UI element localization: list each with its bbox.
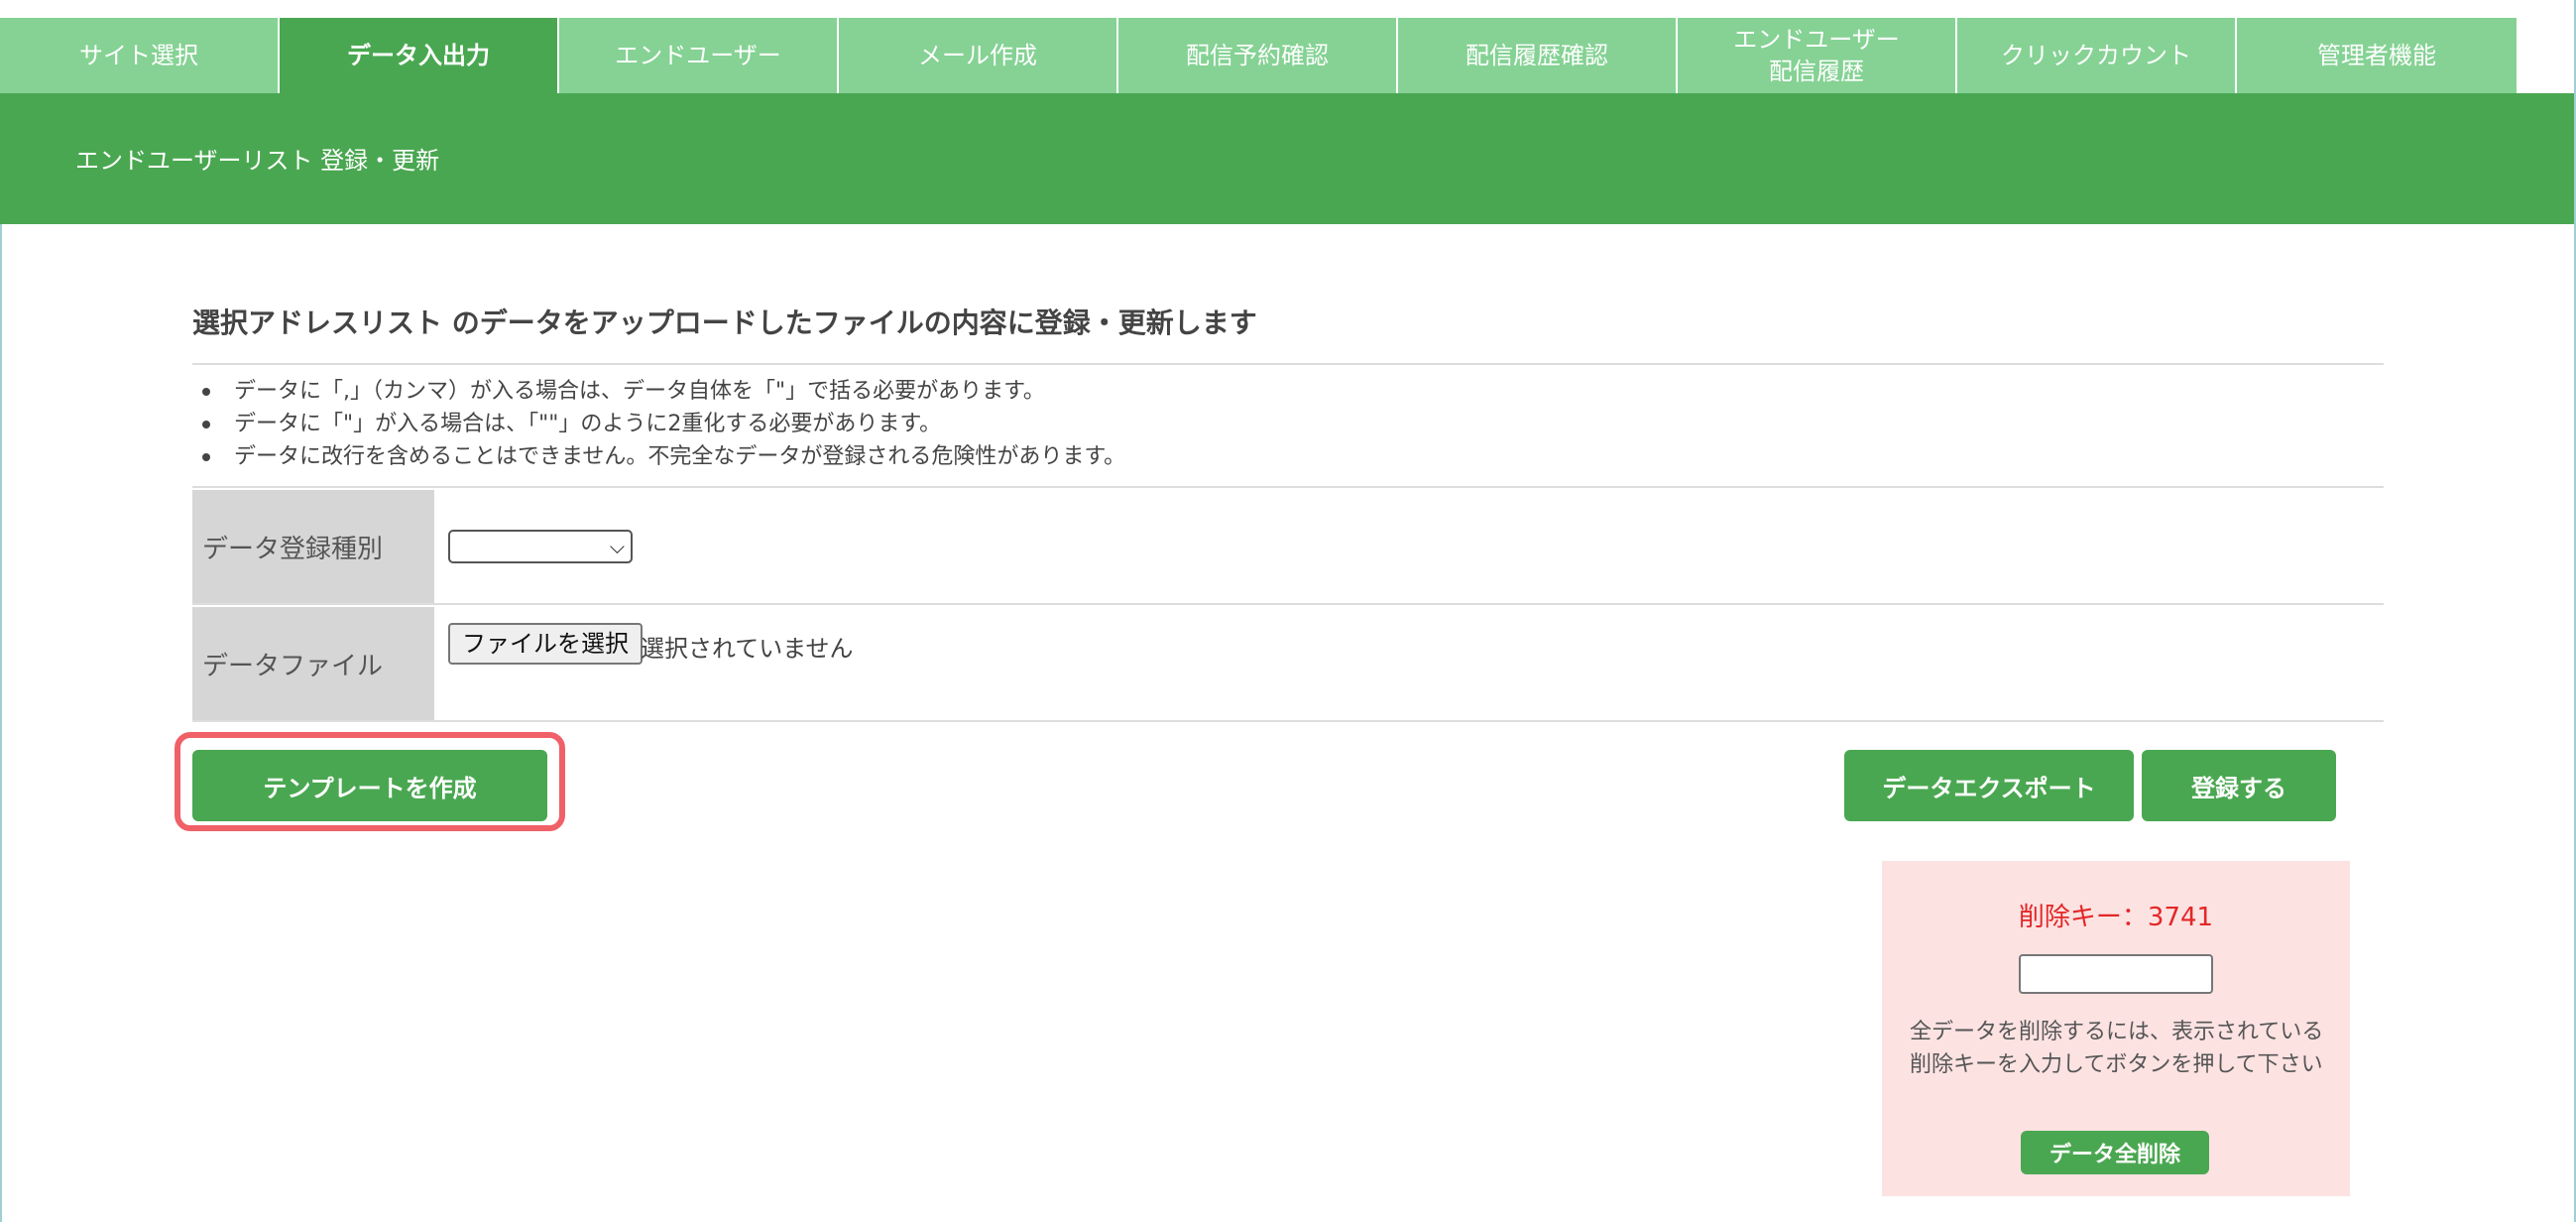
create-template-button[interactable]: テンプレートを作成 (192, 750, 547, 821)
tab-label: サイト選択 (79, 42, 198, 69)
file-label: データファイル (192, 607, 434, 720)
page-header: エンドユーザーリスト 登録・更新 (0, 93, 2576, 224)
tab-label: 配信予約確認 (1186, 42, 1329, 69)
section-divider (192, 363, 2384, 365)
tab-schedule-confirm[interactable]: 配信予約確認 (1118, 18, 1398, 93)
tab-label-line1: エンドユーザー (1733, 26, 1900, 54)
tab-label-line2: 配信履歴 (1769, 58, 1864, 85)
delete-description: 全データを削除するには、表示されている削除キーを入力してボタンを押して下さい (1910, 1020, 2324, 1077)
tab-site-select[interactable]: サイト選択 (0, 18, 280, 93)
note-item: データに改行を含めることはできません。不完全なデータが登録される危険性があります… (192, 440, 1125, 473)
tab-label: クリックカウント (2001, 42, 2191, 69)
file-status: 選択されていません (641, 635, 854, 663)
tab-admin[interactable]: 管理者機能 (2237, 18, 2517, 93)
tab-history-confirm[interactable]: 配信履歴確認 (1398, 18, 1678, 93)
tab-label: データ入出力 (347, 42, 490, 69)
tab-click-count[interactable]: クリックカウント (1957, 18, 2237, 93)
delete-all-button[interactable]: データ全削除 (2021, 1131, 2209, 1174)
tab-data-io[interactable]: データ入出力 (280, 18, 559, 93)
notes-list: データに「,」（カンマ）が入る場合は、データ自体を「"」で括る必要があります。 … (192, 375, 1125, 473)
form-bottom-divider (192, 720, 2384, 722)
form-top-divider (192, 486, 2384, 488)
page-title: エンドユーザーリスト 登録・更新 (75, 147, 440, 175)
register-button[interactable]: 登録する (2142, 750, 2336, 821)
form-row-type: データ登録種別 ⌵ (192, 490, 2384, 603)
tab-label: 管理者機能 (2317, 42, 2436, 69)
main-tab-bar: サイト選択 データ入出力 エンドユーザー メール作成 配信予約確認 配信履歴確認… (0, 18, 2518, 93)
tab-end-user-history[interactable]: エンドユーザー 配信履歴 (1678, 18, 1957, 93)
delete-panel: 削除キー：3741 全データを削除するには、表示されている削除キーを入力してボタ… (1882, 861, 2350, 1196)
tab-label: 配信履歴確認 (1465, 42, 1608, 69)
section-title: 選択アドレスリスト のデータをアップロードしたファイルの内容に登録・更新します (192, 306, 1257, 339)
tab-label: メール作成 (918, 42, 1037, 69)
tab-label: エンドユーザー (615, 42, 781, 69)
tab-end-user[interactable]: エンドユーザー (559, 18, 839, 93)
type-select[interactable]: ⌵ (448, 530, 633, 563)
type-label: データ登録種別 (192, 490, 434, 603)
chevron-down-icon: ⌵ (609, 535, 625, 558)
note-item: データに「"」が入る場合は、「""」のように2重化する必要があります。 (192, 408, 1125, 440)
form-row-file: データファイル ファイルを選択 選択されていません (192, 607, 2384, 720)
form-row-divider (192, 603, 2384, 605)
file-choose-button[interactable]: ファイルを選択 (448, 623, 643, 665)
export-button[interactable]: データエクスポート (1844, 750, 2134, 821)
delete-key-text: 削除キー：3741 (2018, 903, 2214, 932)
note-item: データに「,」（カンマ）が入る場合は、データ自体を「"」で括る必要があります。 (192, 375, 1125, 408)
tab-mail-create[interactable]: メール作成 (839, 18, 1118, 93)
frame-border-left (0, 224, 2, 1222)
delete-key-input[interactable] (2019, 954, 2213, 994)
